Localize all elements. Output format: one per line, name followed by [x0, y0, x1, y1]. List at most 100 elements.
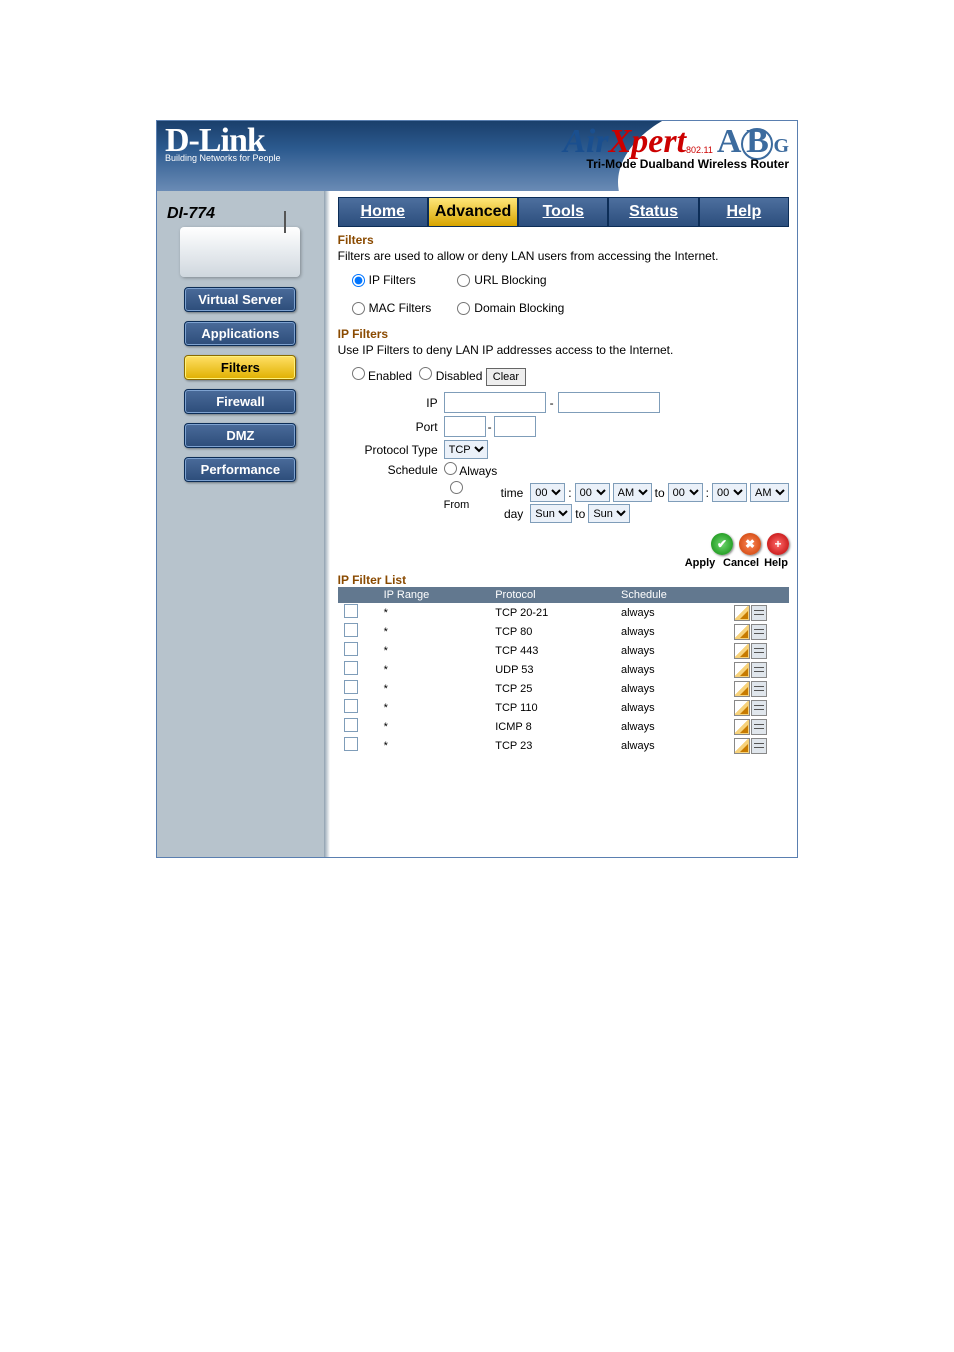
apply-label: Apply [683, 557, 717, 569]
select-time-to-ampm[interactable]: AM [750, 483, 789, 502]
label-protocol: Protocol Type [338, 443, 444, 457]
edit-icon[interactable] [734, 662, 750, 678]
delete-icon[interactable] [751, 662, 767, 678]
cancel-button[interactable]: ✖ [739, 533, 761, 555]
select-time-from-hour[interactable]: 00 [530, 483, 565, 502]
tab-advanced[interactable]: Advanced [428, 197, 518, 227]
edit-icon[interactable] [734, 719, 750, 735]
radio-sched-always-input[interactable] [444, 462, 457, 475]
port-dash: - [486, 420, 494, 434]
radio-sched-always[interactable]: Always [444, 462, 498, 478]
sidebar-item-performance[interactable]: Performance [184, 457, 296, 482]
sidebar-item-dmz[interactable]: DMZ [184, 423, 296, 448]
radio-enabled-input[interactable] [352, 367, 365, 380]
edit-icon[interactable] [734, 738, 750, 754]
col-protocol: Protocol [489, 587, 615, 603]
cell-protocol: TCP 20-21 [489, 603, 615, 622]
edit-icon[interactable] [734, 605, 750, 621]
cell-ip: * [378, 736, 490, 755]
row-checkbox[interactable] [344, 680, 358, 694]
select-day-from[interactable]: Sun [530, 504, 572, 523]
product-word-xpert: Xpert [609, 123, 686, 161]
delete-icon[interactable] [751, 719, 767, 735]
row-checkbox[interactable] [344, 604, 358, 618]
select-day-to[interactable]: Sun [588, 504, 630, 523]
radio-url-blocking[interactable]: URL Blocking [457, 273, 564, 287]
colon-1: : [568, 486, 571, 500]
cancel-label: Cancel [723, 557, 757, 569]
row-checkbox[interactable] [344, 623, 358, 637]
input-ip-end[interactable] [558, 392, 660, 413]
edit-icon[interactable] [734, 700, 750, 716]
delete-icon[interactable] [751, 643, 767, 659]
radio-domain-blocking-input[interactable] [457, 302, 470, 315]
row-checkbox[interactable] [344, 718, 358, 732]
edit-icon[interactable] [734, 681, 750, 697]
row-checkbox[interactable] [344, 661, 358, 675]
input-port-start[interactable] [444, 416, 486, 437]
delete-icon[interactable] [751, 624, 767, 640]
clear-button[interactable]: Clear [486, 368, 526, 386]
radio-ip-filters-input[interactable] [352, 274, 365, 287]
day-to-label: to [575, 507, 585, 521]
row-checkbox[interactable] [344, 642, 358, 656]
cell-schedule: always [615, 603, 727, 622]
radio-sched-from-input[interactable] [450, 481, 463, 494]
radio-domain-blocking[interactable]: Domain Blocking [457, 301, 564, 315]
delete-icon[interactable] [751, 681, 767, 697]
tab-help[interactable]: Help [699, 197, 789, 227]
edit-icon[interactable] [734, 643, 750, 659]
sidebar-item-filters[interactable]: Filters [184, 355, 296, 380]
label-day: day [473, 507, 527, 521]
radio-ip-filters[interactable]: IP Filters [352, 273, 432, 287]
radio-mac-filters[interactable]: MAC Filters [352, 301, 432, 315]
edit-icon[interactable] [734, 624, 750, 640]
sidebar-item-firewall[interactable]: Firewall [184, 389, 296, 414]
radio-mac-filters-label: MAC Filters [369, 301, 432, 315]
tab-status[interactable]: Status [608, 197, 698, 227]
x-icon: ✖ [745, 537, 755, 551]
radio-sched-from-label: From [444, 499, 470, 511]
input-ip-start[interactable] [444, 392, 546, 413]
help-button[interactable]: + [767, 533, 789, 555]
select-time-from-min[interactable]: 00 [575, 483, 610, 502]
select-time-to-hour[interactable]: 00 [668, 483, 703, 502]
cell-protocol: TCP 23 [489, 736, 615, 755]
section-ipfilters-desc: Use IP Filters to deny LAN IP addresses … [338, 343, 789, 357]
check-icon: ✔ [717, 537, 727, 551]
sidebar-item-virtual-server[interactable]: Virtual Server [184, 287, 296, 312]
table-row: *TCP 80always [338, 622, 789, 641]
tab-home[interactable]: Home [338, 197, 428, 227]
apply-button[interactable]: ✔ [711, 533, 733, 555]
cell-ip: * [378, 679, 490, 698]
cell-schedule: always [615, 622, 727, 641]
select-time-to-min[interactable]: 00 [712, 483, 747, 502]
cell-ip: * [378, 698, 490, 717]
plus-icon: + [774, 537, 781, 551]
section-ipfilters-title: IP Filters [338, 327, 789, 341]
radio-url-blocking-input[interactable] [457, 274, 470, 287]
product-sub: 802.11 [686, 145, 713, 155]
radio-sched-always-label: Always [459, 464, 497, 478]
radio-disabled-input[interactable] [419, 367, 432, 380]
delete-icon[interactable] [751, 700, 767, 716]
device-image [180, 227, 300, 277]
delete-icon[interactable] [751, 605, 767, 621]
radio-mac-filters-input[interactable] [352, 302, 365, 315]
cell-schedule: always [615, 660, 727, 679]
select-protocol[interactable]: TCP [444, 440, 488, 459]
radio-enabled[interactable]: Enabled [352, 369, 412, 383]
select-time-from-ampm[interactable]: AM [613, 483, 652, 502]
label-schedule: Schedule [338, 463, 444, 477]
cell-schedule: always [615, 641, 727, 660]
row-checkbox[interactable] [344, 699, 358, 713]
radio-ip-filters-label: IP Filters [369, 273, 416, 287]
label-ip: IP [338, 396, 444, 410]
sidebar-item-applications[interactable]: Applications [184, 321, 296, 346]
delete-icon[interactable] [751, 738, 767, 754]
radio-disabled[interactable]: Disabled [419, 369, 482, 383]
input-port-end[interactable] [494, 416, 536, 437]
tab-tools[interactable]: Tools [518, 197, 608, 227]
row-checkbox[interactable] [344, 737, 358, 751]
table-row: *TCP 20-21always [338, 603, 789, 622]
